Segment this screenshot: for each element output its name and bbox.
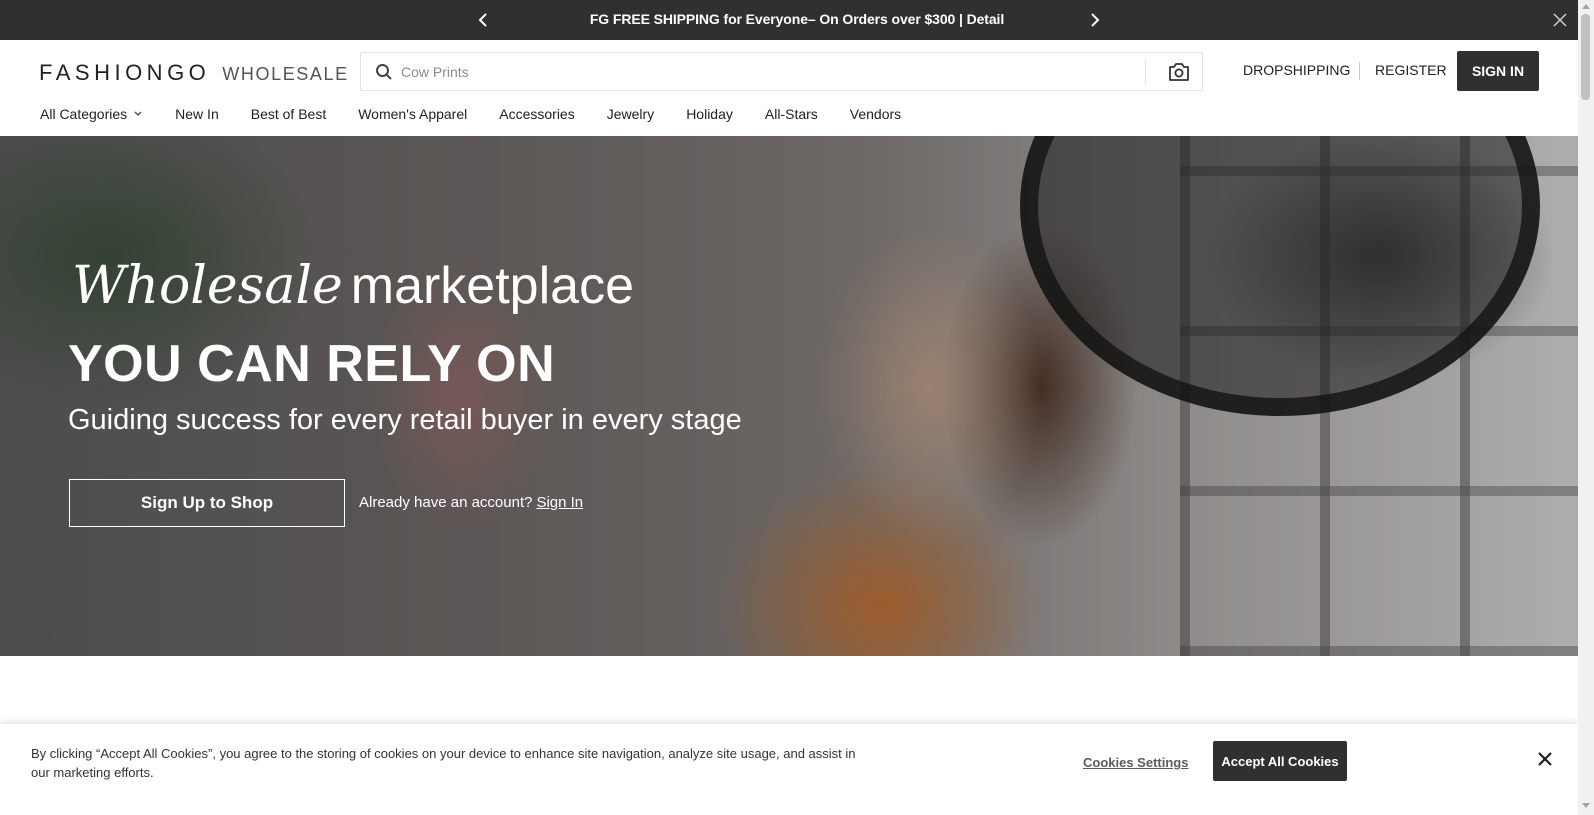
header-divider bbox=[1359, 62, 1360, 80]
cookie-message: By clicking “Accept All Cookies”, you ag… bbox=[31, 746, 856, 780]
page: FG FREE SHIPPING for Everyone– On Orders… bbox=[0, 0, 1594, 815]
site-logo[interactable]: FASHIONGO WHOLESALE bbox=[39, 60, 349, 85]
chevron-right-icon bbox=[1091, 13, 1100, 27]
hero-subheadline: Guiding success for every retail buyer i… bbox=[68, 404, 742, 436]
search-input[interactable] bbox=[401, 59, 1101, 85]
sign-in-button[interactable]: SIGN IN bbox=[1457, 51, 1539, 91]
search-icon[interactable] bbox=[375, 63, 393, 81]
hero-headline-italic: Wholesale bbox=[72, 256, 343, 316]
nav-item-jewelry[interactable]: Jewelry bbox=[607, 103, 654, 125]
nav-item-accessories[interactable]: Accessories bbox=[499, 103, 574, 125]
register-link[interactable]: REGISTER bbox=[1375, 62, 1447, 78]
hero-headline-rest: marketplace bbox=[350, 257, 634, 315]
nav-item-best-of-best[interactable]: Best of Best bbox=[251, 103, 326, 125]
page-scrollbar[interactable] bbox=[1578, 0, 1594, 815]
already-text: Already have an account? bbox=[359, 494, 533, 511]
accept-all-cookies-button[interactable]: Accept All Cookies bbox=[1213, 741, 1347, 781]
promo-bar: FG FREE SHIPPING for Everyone– On Orders… bbox=[0, 0, 1594, 40]
hero-banner: Wholesale marketplace YOU CAN RELY ON Gui… bbox=[0, 136, 1578, 656]
logo-sub: WHOLESALE bbox=[222, 64, 349, 84]
chevron-down-icon bbox=[134, 111, 142, 116]
cookies-settings-link[interactable]: Cookies Settings bbox=[1083, 755, 1188, 770]
hero-headline-line2: YOU CAN RELY ON bbox=[68, 335, 556, 393]
scroll-up-icon[interactable] bbox=[1582, 3, 1590, 9]
nav-item-new-in[interactable]: New In bbox=[175, 103, 219, 125]
nav-item-holiday[interactable]: Holiday bbox=[686, 103, 733, 125]
cookie-banner: By clicking “Accept All Cookies”, you ag… bbox=[0, 724, 1578, 815]
nav-item-label: All Categories bbox=[40, 106, 128, 122]
main-nav: All Categories New In Best of Best Women… bbox=[40, 103, 901, 125]
promo-text[interactable]: FG FREE SHIPPING for Everyone– On Orders… bbox=[0, 11, 1594, 27]
hero-headline-line1: Wholesale marketplace bbox=[72, 256, 634, 316]
site-header: FASHIONGO WHOLESALE DROPSHIPPING REGISTE… bbox=[0, 40, 1578, 136]
scroll-down-icon[interactable] bbox=[1582, 803, 1590, 809]
search-bar bbox=[360, 52, 1203, 91]
nav-item-all-categories[interactable]: All Categories bbox=[40, 103, 143, 125]
nav-item-all-stars[interactable]: All-Stars bbox=[765, 103, 818, 125]
cookie-close-icon[interactable] bbox=[1536, 750, 1554, 768]
scrollbar-thumb[interactable] bbox=[1581, 14, 1590, 100]
nav-item-womens-apparel[interactable]: Women's Apparel bbox=[358, 103, 467, 125]
hero-sign-in-link[interactable]: Sign In bbox=[536, 494, 583, 511]
search-divider bbox=[1145, 61, 1146, 83]
nav-item-vendors[interactable]: Vendors bbox=[850, 103, 901, 125]
promo-close-button[interactable] bbox=[1540, 0, 1580, 40]
already-have-account: Already have an account? Sign In bbox=[359, 494, 583, 511]
camera-icon[interactable] bbox=[1167, 61, 1191, 83]
hero-overlay bbox=[0, 136, 1578, 656]
close-icon bbox=[1553, 13, 1567, 27]
sign-up-to-shop-button[interactable]: Sign Up to Shop bbox=[69, 479, 345, 527]
dropshipping-link[interactable]: DROPSHIPPING bbox=[1243, 62, 1350, 78]
logo-brand: FASHIONGO bbox=[39, 60, 211, 85]
promo-next-button[interactable] bbox=[1085, 10, 1105, 30]
